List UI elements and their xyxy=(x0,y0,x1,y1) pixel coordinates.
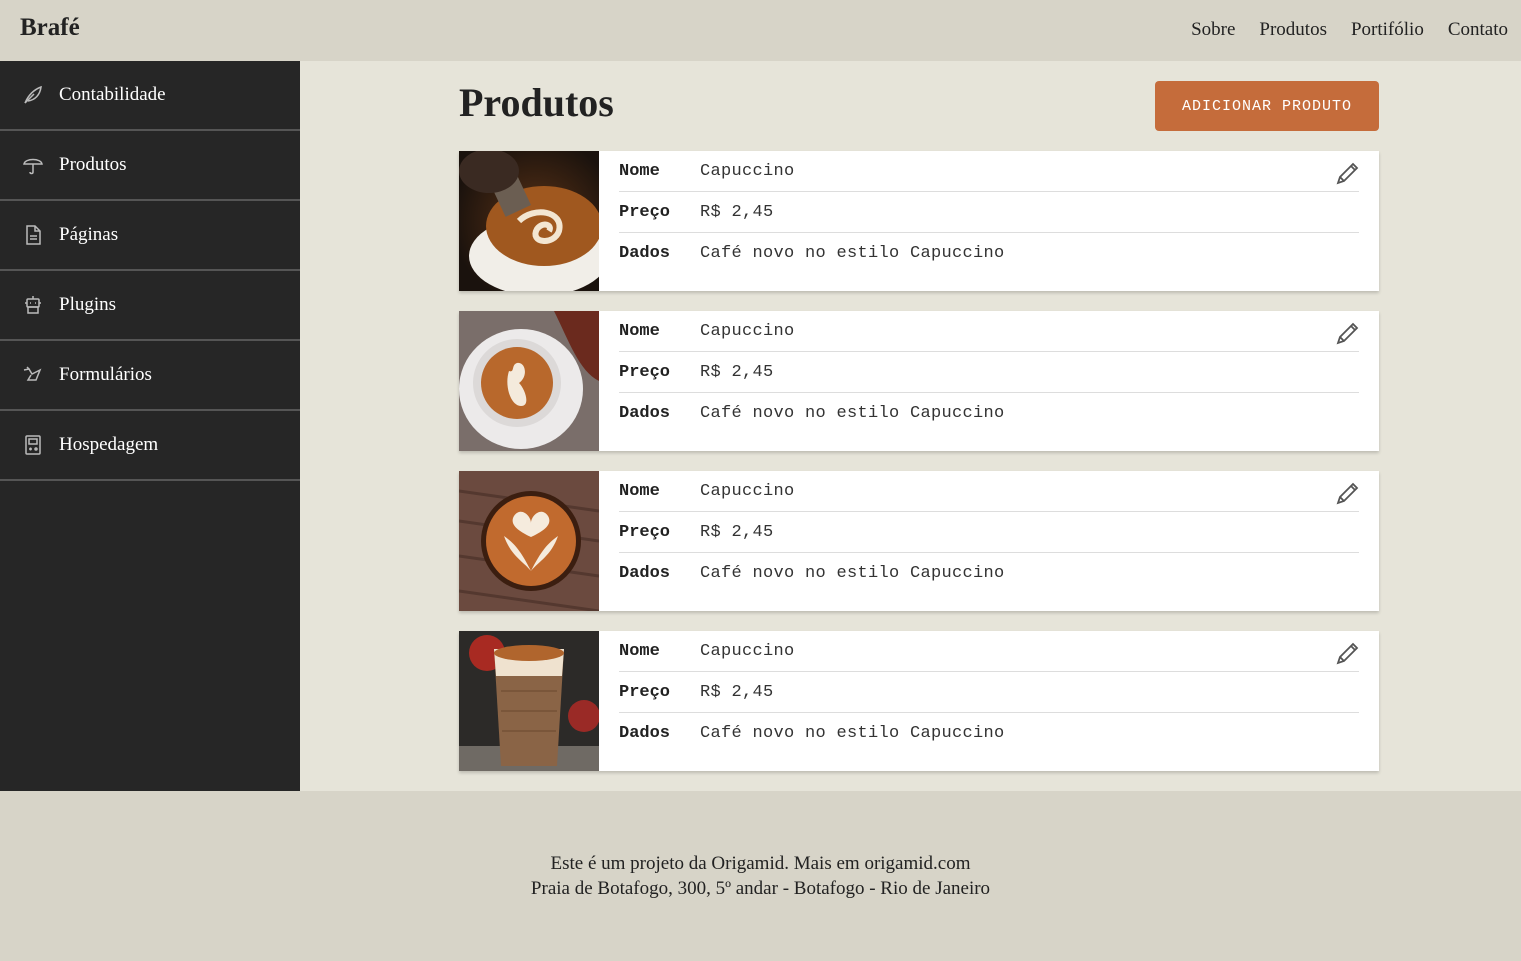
product-card: Nome Capuccino Preço R$ 2,45 Dados Café … xyxy=(459,471,1379,611)
document-icon xyxy=(22,224,44,246)
main-content: Produtos ADICIONAR PRODUTO Nome Capuccin… xyxy=(300,61,1521,791)
product-name: Capuccino xyxy=(700,161,795,181)
sidebar-item-label: Hospedagem xyxy=(59,434,159,455)
product-data: Café novo no estilo Capuccino xyxy=(700,244,1005,263)
nav-link-sobre[interactable]: Sobre xyxy=(1191,19,1235,41)
name-label: Nome xyxy=(619,321,660,341)
sidebar-item-label: Plugins xyxy=(59,294,117,315)
product-card: Nome Capuccino Preço R$ 2,45 Dados Café … xyxy=(459,311,1379,451)
product-price: R$ 2,45 xyxy=(700,682,774,702)
product-price: R$ 2,45 xyxy=(700,202,774,222)
product-name-row: Nome Capuccino xyxy=(619,631,1359,672)
product-card: Nome Capuccino Preço R$ 2,45 Dados Café … xyxy=(459,151,1379,291)
product-data: Café novo no estilo Capuccino xyxy=(700,564,1005,583)
sidebar-item-contabilidade[interactable]: Contabilidade xyxy=(0,61,300,131)
add-product-button[interactable]: ADICIONAR PRODUTO xyxy=(1155,81,1379,131)
sidebar-item-label: Produtos xyxy=(59,154,127,175)
footer: Este é um projeto da Origamid. Mais em o… xyxy=(0,791,1521,961)
product-data-row: Dados Café novo no estilo Capuccino xyxy=(619,233,1359,274)
sidebar-item-label: Contabilidade xyxy=(59,84,166,105)
top-bar: Brafé Sobre Produtos Portifólio Contato xyxy=(0,0,1521,61)
top-nav: Sobre Produtos Portifólio Contato xyxy=(1191,19,1508,41)
page-title: Produtos xyxy=(459,80,614,125)
name-label: Nome xyxy=(619,641,660,661)
product-name: Capuccino xyxy=(700,481,795,501)
sidebar-item-paginas[interactable]: Páginas xyxy=(0,201,300,271)
product-name-row: Nome Capuccino xyxy=(619,471,1359,512)
product-name-row: Nome Capuccino xyxy=(619,151,1359,192)
product-data: Café novo no estilo Capuccino xyxy=(700,724,1005,743)
nav-link-produtos[interactable]: Produtos xyxy=(1259,19,1327,41)
price-label: Preço xyxy=(619,522,671,542)
product-price: R$ 2,45 xyxy=(700,522,774,542)
price-label: Preço xyxy=(619,362,671,382)
footer-address: Praia de Botafogo, 300, 5º andar - Botaf… xyxy=(530,878,991,899)
name-label: Nome xyxy=(619,481,660,501)
product-data-row: Dados Café novo no estilo Capuccino xyxy=(619,553,1359,594)
product-price-row: Preço R$ 2,45 xyxy=(619,672,1359,713)
price-label: Preço xyxy=(619,682,671,702)
product-image xyxy=(459,471,599,611)
product-image xyxy=(459,631,599,771)
product-price-row: Preço R$ 2,45 xyxy=(619,512,1359,553)
product-name: Capuccino xyxy=(700,641,795,661)
sidebar-item-plugins[interactable]: Plugins xyxy=(0,271,300,341)
product-card: Nome Capuccino Preço R$ 2,45 Dados Café … xyxy=(459,631,1379,771)
product-price-row: Preço R$ 2,45 xyxy=(619,352,1359,393)
data-label: Dados xyxy=(619,244,671,263)
brand-logo[interactable]: Brafé xyxy=(20,14,80,42)
data-label: Dados xyxy=(619,724,671,743)
sidebar-item-hospedagem[interactable]: Hospedagem xyxy=(0,411,300,481)
sidebar-item-produtos[interactable]: Produtos xyxy=(0,131,300,201)
edit-pencil-icon[interactable] xyxy=(1333,480,1361,508)
data-label: Dados xyxy=(619,564,671,583)
product-data: Café novo no estilo Capuccino xyxy=(700,404,1005,423)
edit-pencil-icon[interactable] xyxy=(1333,640,1361,668)
bird-icon xyxy=(22,364,44,386)
product-image xyxy=(459,311,599,451)
gameboy-icon xyxy=(22,434,44,456)
price-label: Preço xyxy=(619,202,671,222)
product-name-row: Nome Capuccino xyxy=(619,311,1359,352)
sidebar: Contabilidade Produtos Páginas Plugins F… xyxy=(0,61,300,791)
nav-link-contato[interactable]: Contato xyxy=(1448,19,1508,41)
footer-credit: Este é um projeto da Origamid. Mais em o… xyxy=(550,853,971,874)
product-data-row: Dados Café novo no estilo Capuccino xyxy=(619,713,1359,754)
edit-pencil-icon[interactable] xyxy=(1333,160,1361,188)
robot-icon xyxy=(22,294,44,316)
product-name: Capuccino xyxy=(700,321,795,341)
product-price-row: Preço R$ 2,45 xyxy=(619,192,1359,233)
name-label: Nome xyxy=(619,161,660,181)
edit-pencil-icon[interactable] xyxy=(1333,320,1361,348)
sidebar-item-label: Formulários xyxy=(59,364,152,385)
product-price: R$ 2,45 xyxy=(700,362,774,382)
data-label: Dados xyxy=(619,404,671,423)
sidebar-item-label: Páginas xyxy=(59,224,119,245)
sidebar-item-formularios[interactable]: Formulários xyxy=(0,341,300,411)
umbrella-icon xyxy=(22,154,44,176)
nav-link-portifolio[interactable]: Portifólio xyxy=(1351,19,1424,41)
product-image xyxy=(459,151,599,291)
leaf-icon xyxy=(22,84,44,106)
product-data-row: Dados Café novo no estilo Capuccino xyxy=(619,393,1359,434)
